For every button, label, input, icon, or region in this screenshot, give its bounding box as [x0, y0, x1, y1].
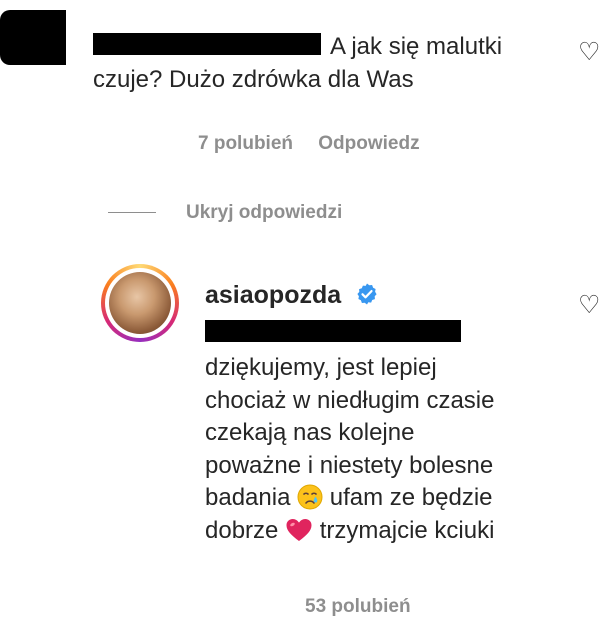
reply-line-after-emoji: ufam ze będzie — [329, 484, 493, 511]
reply-line: dziękujemy, jest lepiej — [205, 354, 437, 381]
red-heart-icon — [286, 518, 312, 541]
comment-likes-link[interactable]: 7 polubień — [198, 133, 293, 154]
reply-line-after-heart: trzymajcie kciuki — [319, 516, 495, 544]
reply-line: czekają nas kolejne — [205, 419, 415, 446]
reply-line: chociaż w niedługim czasie — [205, 386, 495, 414]
reply-likes-link[interactable]: 53 polubień — [305, 596, 411, 618]
crying-face-icon — [297, 484, 323, 510]
reply-button[interactable]: Odpowiedz — [318, 133, 419, 154]
comment-text-line-2: czuje? Dużo zdrówka dla Was — [93, 66, 414, 93]
redacted-avatar — [0, 10, 66, 65]
reply-text: dziękujemy, jest lepiej chociaż w niedłu… — [205, 352, 565, 547]
story-ring-avatar[interactable] — [101, 264, 179, 342]
replies-divider-line — [108, 212, 156, 213]
reply-username[interactable]: asiaopozda — [205, 281, 341, 310]
verified-badge-icon — [357, 283, 377, 305]
like-heart-icon[interactable]: ♡ — [578, 293, 600, 318]
avatar-photo — [109, 272, 171, 334]
comment-meta: 7 polubień Odpowiedz — [198, 133, 420, 155]
like-heart-icon[interactable]: ♡ — [578, 40, 600, 65]
redacted-mention — [205, 320, 461, 342]
hide-replies-button[interactable]: Ukryj odpowiedzi — [186, 202, 342, 224]
avatar-frame — [105, 268, 175, 338]
redacted-username — [93, 33, 321, 55]
reply-line-before-emoji: badania — [205, 484, 291, 511]
comment-text-line-1: A jak się malutki — [330, 33, 503, 60]
reply-line: poważne i niestety bolesne — [205, 451, 494, 479]
reply-line-before-heart: dobrze — [205, 516, 279, 544]
